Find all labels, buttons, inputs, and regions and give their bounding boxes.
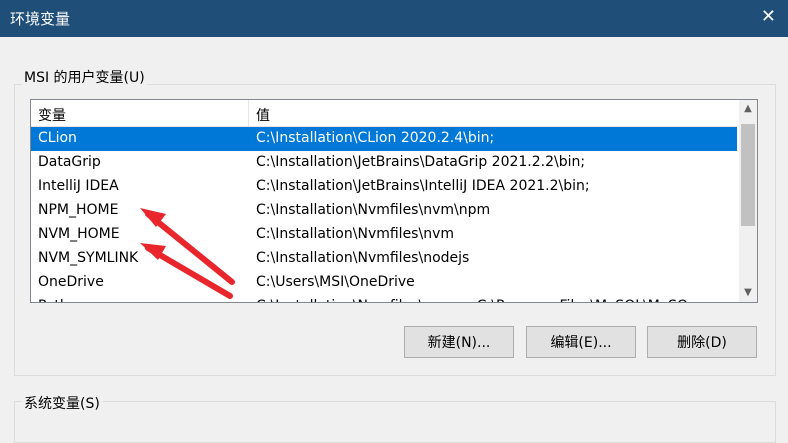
table-row[interactable]: DataGrip C:\Installation\JetBrains\DataGr…: [31, 151, 737, 175]
variable-value: C:\Installation\Nvmfiles\nvm\npm: [256, 202, 491, 218]
user-variables-label: MSI 的用户变量(U): [22, 67, 147, 87]
table-row[interactable]: Path C:\Installation\Nvmfiles\nvm;...;C:\…: [31, 295, 737, 302]
variable-value: C:\Installation\JetBrains\IntelliJ IDEA …: [256, 178, 590, 194]
variable-value: C:\Installation\JetBrains\DataGrip 2021.…: [256, 154, 586, 170]
edit-button[interactable]: 编辑(E)...: [526, 326, 636, 358]
window-title: 环境变量: [10, 10, 71, 28]
variable-value: C:\Installation\Nvmfiles\nvm;...;C:\Prog…: [256, 298, 688, 302]
column-header-name[interactable]: 变量: [38, 105, 66, 125]
close-icon[interactable]: ✕: [761, 8, 776, 26]
variable-name: NVM_SYMLINK: [38, 250, 139, 266]
vertical-scrollbar[interactable]: ▲ ▼: [739, 100, 757, 302]
variable-name: IntelliJ IDEA: [38, 178, 119, 194]
new-button[interactable]: 新建(N)...: [404, 326, 514, 358]
table-row[interactable]: IntelliJ IDEA C:\Installation\JetBrains\I…: [31, 175, 737, 199]
user-variables-list[interactable]: 变量 值 CLion C:\Installation\CLion 2020.2.4…: [30, 99, 758, 303]
scroll-up-icon[interactable]: ▲: [739, 100, 757, 118]
table-row[interactable]: OneDrive C:\Users\MSI\OneDrive: [31, 271, 737, 295]
list-header: 变量 值: [31, 100, 737, 127]
variable-name: CLion: [38, 130, 77, 146]
title-bar: 环境变量 ✕: [0, 0, 788, 37]
variable-value: C:\Installation\CLion 2020.2.4\bin;: [256, 130, 495, 146]
variable-name: DataGrip: [38, 154, 101, 170]
column-header-value[interactable]: 值: [256, 105, 270, 125]
variable-name: Path: [38, 298, 69, 302]
variable-value: C:\Installation\Nvmfiles\nvm: [256, 226, 454, 242]
variable-name: NPM_HOME: [38, 202, 119, 218]
table-row[interactable]: NVM_SYMLINK C:\Installation\Nvmfiles\node…: [31, 247, 737, 271]
variable-name: NVM_HOME: [38, 226, 120, 242]
scroll-down-icon[interactable]: ▼: [739, 284, 757, 302]
variable-value: C:\Users\MSI\OneDrive: [256, 274, 415, 290]
scrollbar-thumb[interactable]: [741, 124, 755, 226]
table-row[interactable]: NPM_HOME C:\Installation\Nvmfiles\nvm\npm: [31, 199, 737, 223]
system-variables-group: [14, 401, 776, 443]
table-row[interactable]: CLion C:\Installation\CLion 2020.2.4\bin;: [31, 127, 737, 151]
system-variables-label: 系统变量(S): [22, 393, 102, 413]
variable-value: C:\Installation\Nvmfiles\nodejs: [256, 250, 470, 266]
table-row[interactable]: NVM_HOME C:\Installation\Nvmfiles\nvm: [31, 223, 737, 247]
delete-button[interactable]: 删除(D): [647, 326, 757, 358]
column-divider[interactable]: [248, 100, 249, 126]
list-rows: CLion C:\Installation\CLion 2020.2.4\bin;…: [31, 127, 737, 302]
variable-name: OneDrive: [38, 274, 104, 290]
